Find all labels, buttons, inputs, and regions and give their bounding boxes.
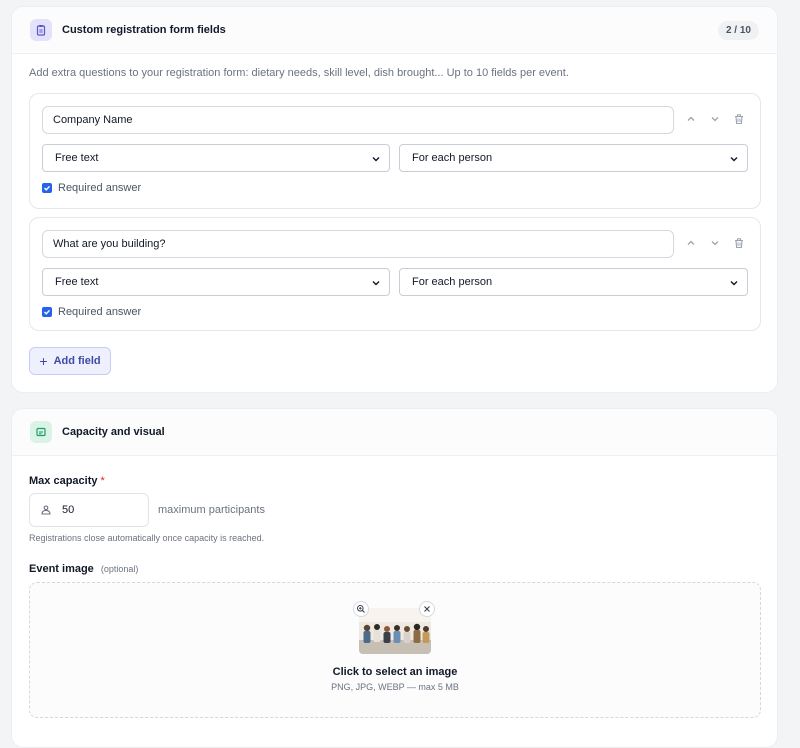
max-capacity-label: Max capacity * [29, 475, 105, 487]
capacity-visual-title: Capacity and visual [62, 426, 165, 438]
add-field-label: Add field [53, 355, 101, 367]
chevron-down-icon[interactable] [706, 110, 724, 128]
dropzone-subtitle: PNG, JPG, WEBP — max 5 MB [331, 682, 459, 692]
registration-fields-card: Custom registration form fields 2 / 10 A… [11, 6, 778, 393]
required-marker: * [100, 475, 105, 487]
field-type-value: Free text [55, 152, 99, 164]
required-answer-toggle[interactable]: Required answer [42, 182, 141, 194]
event-image-thumbnail [359, 608, 431, 654]
max-capacity-input[interactable]: 50 [29, 493, 149, 527]
image-frame-icon [30, 421, 52, 443]
field-type-value: Free text [55, 276, 99, 288]
capacity-visual-header: Capacity and visual [12, 409, 777, 456]
trash-icon[interactable] [730, 234, 748, 252]
chevron-up-icon[interactable] [682, 234, 700, 252]
registration-fields-description: Add extra questions to your registration… [29, 67, 569, 79]
capacity-suffix: maximum participants [158, 504, 265, 516]
zoom-in-icon[interactable] [353, 601, 369, 617]
capacity-visual-card: Capacity and visual Max capacity * 50 ma… [11, 408, 778, 748]
registration-fields-header: Custom registration form fields 2 / 10 [12, 7, 777, 54]
chevron-down-icon [730, 281, 738, 286]
field-scope-select[interactable]: For each person [399, 144, 748, 172]
event-image-label: Event image (optional) [29, 563, 138, 575]
checkbox-checked[interactable] [42, 183, 52, 193]
trash-icon[interactable] [730, 110, 748, 128]
close-icon[interactable] [419, 601, 435, 617]
field-type-select[interactable]: Free text [42, 268, 390, 296]
question-input[interactable] [42, 106, 674, 134]
clipboard-icon [30, 19, 52, 41]
field-type-select[interactable]: Free text [42, 144, 390, 172]
plus-icon: + [39, 353, 48, 369]
field-count-badge: 2 / 10 [717, 20, 759, 40]
chevron-up-icon[interactable] [682, 110, 700, 128]
field-scope-select[interactable]: For each person [399, 268, 748, 296]
people-icon [41, 505, 51, 515]
custom-field-2: Free text For each person Required answe… [29, 217, 761, 331]
field-scope-value: For each person [412, 276, 493, 288]
required-answer-label: Required answer [58, 182, 142, 194]
chevron-down-icon [730, 157, 738, 162]
chevron-down-icon [372, 281, 380, 286]
required-answer-label: Required answer [58, 306, 142, 318]
question-input[interactable] [42, 230, 674, 258]
optional-tag: (optional) [100, 564, 139, 574]
dropzone-title: Click to select an image [332, 666, 458, 678]
checkbox-checked[interactable] [42, 307, 52, 317]
image-dropzone[interactable]: Click to select an image PNG, JPG, WEBP … [29, 582, 761, 718]
add-field-button[interactable]: + Add field [29, 347, 111, 375]
field-scope-value: For each person [412, 152, 493, 164]
registration-fields-title: Custom registration form fields [62, 24, 226, 36]
custom-field-1: Free text For each person Required answe… [29, 93, 761, 209]
capacity-hint: Registrations close automatically once c… [29, 533, 265, 543]
required-answer-toggle[interactable]: Required answer [42, 306, 141, 318]
max-capacity-label-text: Max capacity [29, 475, 98, 487]
max-capacity-value: 50 [62, 504, 75, 516]
event-image-label-text: Event image [29, 563, 94, 575]
chevron-down-icon [372, 157, 380, 162]
chevron-down-icon[interactable] [706, 234, 724, 252]
